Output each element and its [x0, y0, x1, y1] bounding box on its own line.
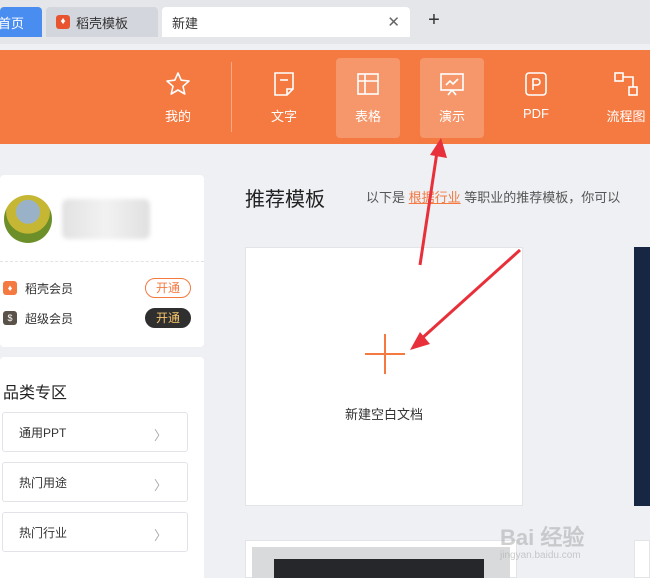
- avatar[interactable]: [4, 195, 52, 243]
- desc-prefix: 以下是: [366, 190, 406, 205]
- docer-member-icon: ♦: [3, 281, 17, 295]
- desc-suffix: 等职业的推荐模板，你可以: [464, 190, 621, 205]
- chevron-right-icon: 〉: [153, 478, 167, 493]
- tool-flowchart[interactable]: 流程图: [594, 58, 650, 138]
- industry-link[interactable]: 根据行业: [409, 190, 461, 205]
- chevron-right-icon: 〉: [153, 528, 167, 543]
- tool-presentation[interactable]: 演示: [420, 58, 484, 138]
- tab-home[interactable]: 首页: [0, 7, 42, 37]
- recommend-description: 以下是 根据行业 等职业的推荐模板，你可以: [366, 187, 620, 206]
- tool-flowchart-label: 流程图: [606, 109, 646, 124]
- docer-member-label: 稻壳会员: [25, 281, 74, 296]
- docer-logo-icon: ♦: [56, 15, 70, 29]
- page-title: 推荐模板: [245, 189, 325, 211]
- category-item-label: 通用PPT: [19, 425, 67, 440]
- super-member-icon: $: [3, 311, 17, 325]
- docer-member-row: ♦ 稻壳会员 开通: [3, 277, 191, 299]
- category-item-label: 热门用途: [19, 475, 68, 490]
- pdf-icon: [525, 72, 547, 96]
- chevron-right-icon: 〉: [153, 428, 167, 443]
- category-panel: 品类专区 通用PPT 〉 热门用途 〉 热门行业 〉: [0, 357, 204, 578]
- app-type-toolbar: 我的 文字 表格 演示 PDF 流程图: [0, 50, 650, 144]
- document-icon: [274, 72, 294, 96]
- tool-mine[interactable]: 我的: [146, 58, 210, 138]
- new-blank-label: 新建空白文档: [344, 407, 423, 422]
- template-thumbnail[interactable]: [634, 247, 650, 506]
- new-blank-document-card[interactable]: 新建空白文档: [245, 247, 523, 506]
- tool-pdf-label: PDF: [523, 106, 549, 121]
- star-icon: [166, 72, 190, 95]
- tab-docer-label: 稻壳模板: [76, 15, 129, 31]
- template-thumbnail[interactable]: [634, 540, 650, 578]
- super-member-open-button[interactable]: 开通: [145, 308, 191, 328]
- category-title: 品类专区: [3, 385, 68, 402]
- plus-icon-bar: [365, 353, 405, 355]
- presentation-icon: [440, 73, 464, 96]
- tool-presentation-label: 演示: [438, 109, 465, 124]
- category-item-label: 热门行业: [19, 525, 68, 540]
- docer-member-open-button[interactable]: 开通: [145, 278, 191, 298]
- flowchart-icon: [614, 72, 638, 96]
- category-item[interactable]: 热门行业 〉: [2, 512, 188, 552]
- tool-mine-label: 我的: [164, 109, 191, 124]
- card-divider: [0, 261, 204, 262]
- template-thumbnail[interactable]: [245, 540, 517, 578]
- tool-writer-label: 文字: [270, 109, 297, 124]
- tab-docer-templates[interactable]: ♦ 稻壳模板: [46, 7, 158, 37]
- tab-home-label: 首页: [0, 15, 25, 31]
- toolbar-divider: [231, 62, 232, 132]
- watermark-logo: Bai 经验: [500, 525, 585, 550]
- category-item[interactable]: 热门用途 〉: [2, 462, 188, 502]
- tool-spreadsheet-label: 表格: [354, 109, 381, 124]
- tool-pdf[interactable]: PDF: [504, 58, 568, 138]
- tab-new-label: 新建: [172, 15, 199, 31]
- super-member-row: $ 超级会员 开通: [3, 307, 191, 329]
- close-icon[interactable]: ✕: [387, 13, 400, 31]
- add-tab-icon[interactable]: +: [424, 9, 444, 32]
- tool-writer[interactable]: 文字: [252, 58, 316, 138]
- tab-new[interactable]: 新建 ✕: [162, 7, 410, 37]
- user-card: ♦ 稻壳会员 开通 $ 超级会员 开通: [0, 175, 204, 347]
- super-member-label: 超级会员: [25, 311, 74, 326]
- username-blurred: [62, 199, 150, 239]
- tool-spreadsheet[interactable]: 表格: [336, 58, 400, 138]
- table-icon: [357, 73, 379, 95]
- thumbnail-image-dark: [274, 559, 484, 578]
- category-item[interactable]: 通用PPT 〉: [2, 412, 188, 452]
- tab-bar: 首页 ♦ 稻壳模板 新建 ✕ +: [0, 0, 650, 44]
- watermark-url: jingyan.baidu.com: [500, 550, 581, 561]
